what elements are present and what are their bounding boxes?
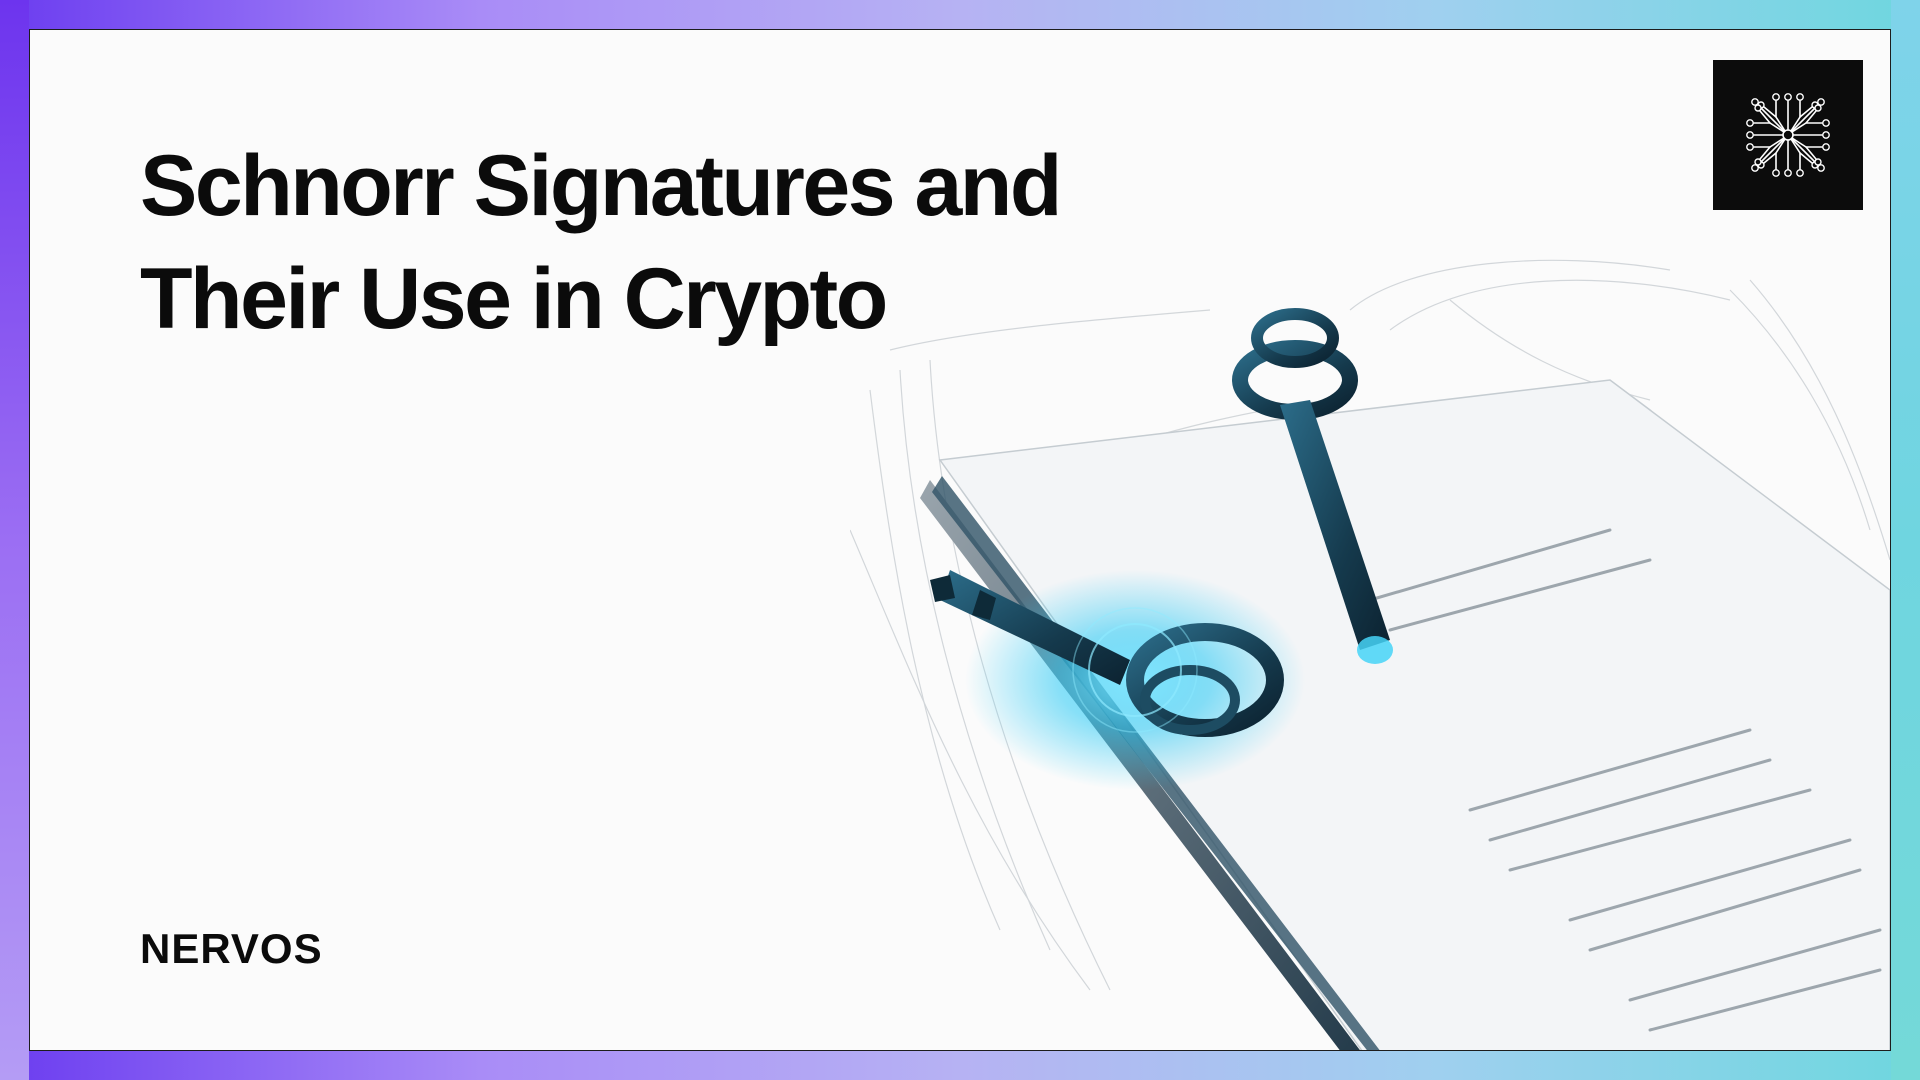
brand-mark [1713, 60, 1863, 210]
keys-on-documents-illustration [850, 259, 1890, 1050]
title-line-1: Schnorr Signatures and [140, 138, 1062, 234]
slide-card: Schnorr Signatures and Their Use in Cryp… [29, 29, 1891, 1051]
gradient-frame: Schnorr Signatures and Their Use in Cryp… [0, 0, 1920, 1080]
circuit-tree-icon [1746, 93, 1830, 177]
nervos-logo: NERVOS [140, 925, 323, 972]
